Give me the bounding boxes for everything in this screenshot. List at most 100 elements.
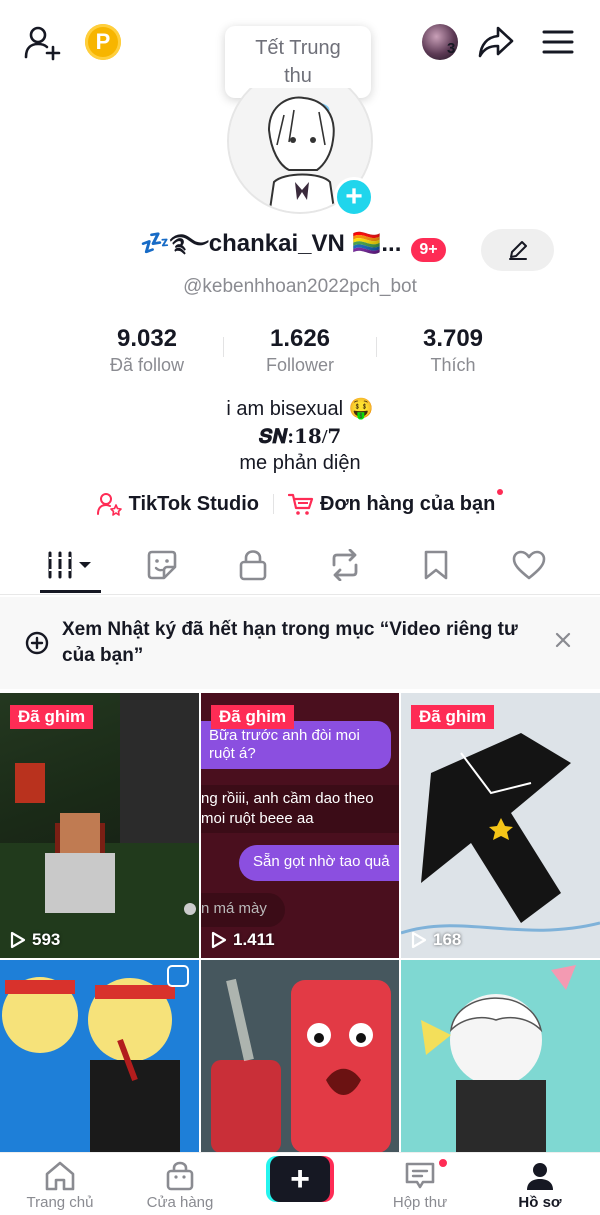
view-count: 1.411 — [211, 930, 275, 950]
video-thumbnail — [0, 960, 199, 1153]
notification-badge[interactable]: 9+ — [411, 238, 446, 262]
story-avatar-button[interactable]: 3 — [416, 22, 464, 62]
edit-profile-button[interactable] — [481, 229, 554, 271]
home-icon — [45, 1161, 75, 1191]
video-tile[interactable] — [0, 960, 199, 1153]
stat-label: Thích — [430, 355, 476, 375]
stat-followers[interactable]: 1.626 Follower — [225, 325, 375, 376]
bio-line: i am bisexual 🤑 — [226, 398, 374, 420]
coin-icon[interactable]: P — [85, 24, 121, 60]
profile-stats: 9.032 Đã follow 1.626 Follower 3.709 Thí… — [0, 325, 600, 385]
video-tile[interactable]: Bữa trước anh đòi moi ruột á? ng rồiii, … — [201, 693, 399, 958]
chat-bubble: n má mày — [201, 893, 285, 927]
pinned-tag: Đã ghim — [10, 705, 94, 729]
nav-shop[interactable]: Cửa hàng — [120, 1153, 240, 1215]
pencil-icon — [508, 241, 527, 260]
heart-icon — [512, 550, 546, 580]
active-tab-indicator — [40, 590, 101, 593]
nav-label: Hộp thư — [392, 1194, 448, 1211]
view-count-value: 168 — [433, 930, 462, 949]
inbox-icon — [405, 1162, 435, 1189]
profile-links: TikTok Studio Đơn hàng của bạn — [0, 488, 600, 520]
chat-bubble: Sẵn gọt nhờ tao quả — [239, 845, 399, 881]
story-count: 3 — [447, 40, 456, 57]
tooltip-text: Tết Trung thu — [255, 37, 341, 87]
video-tile[interactable]: Đã ghim 593 — [0, 693, 199, 958]
video-tile[interactable]: Đã ghim 168 — [401, 693, 600, 958]
bio-line: me phản diện — [239, 452, 361, 474]
stat-likes[interactable]: 3.709 Thích — [378, 325, 528, 376]
tab-liked[interactable] — [492, 540, 566, 590]
studio-label: TikTok Studio — [128, 492, 260, 515]
orders-notification-dot — [497, 489, 504, 495]
video-thumbnail — [401, 960, 600, 1153]
display-name: 💤࿐chankai_VN 🏳️‍🌈... — [140, 229, 402, 257]
cart-icon — [288, 493, 314, 515]
link-divider — [273, 494, 275, 514]
plus-square-icon — [25, 631, 49, 660]
pinned-tag: Đã ghim — [211, 705, 295, 729]
orders-link[interactable]: Đơn hàng của bạn — [288, 489, 504, 516]
pinned-tag: Đã ghim — [411, 705, 495, 729]
profile-tabs — [0, 540, 600, 594]
stat-label: Đã follow — [109, 355, 185, 375]
chat-text: Bữa trước anh đòi moi ruột á? — [209, 727, 360, 762]
display-name-row: 💤࿐chankai_VN 🏳️‍🌈... 9+ — [140, 230, 446, 270]
play-icon — [10, 931, 26, 949]
plus-icon: + — [270, 1156, 330, 1202]
shopping-bag-icon — [166, 1161, 194, 1191]
repost-icon — [332, 549, 358, 581]
video-thumbnail — [401, 693, 600, 958]
tab-stickers[interactable] — [125, 540, 199, 590]
expired-diary-banner[interactable]: Xem Nhật ký đã hết hạn trong mục “Video … — [0, 597, 600, 689]
close-icon[interactable] — [552, 629, 574, 656]
nav-inbox[interactable]: Hộp thư — [360, 1153, 480, 1215]
nav-profile[interactable]: Hồ sơ — [480, 1153, 600, 1215]
nav-label: Hồ sơ — [518, 1194, 562, 1211]
video-thumbnail — [201, 960, 399, 1153]
studio-icon — [96, 493, 122, 516]
stat-divider — [376, 337, 377, 357]
play-icon — [211, 931, 227, 949]
tabs-divider — [0, 594, 600, 595]
lock-icon — [239, 550, 267, 581]
create-button[interactable]: + — [266, 1156, 334, 1202]
chat-bubble: ng rồiii, anh cầm dao theo moi ruột beee… — [201, 785, 399, 833]
video-grid: Đã ghim 593 Bữa trước anh đòi moi ruột á… — [0, 693, 600, 1153]
view-count: 168 — [411, 930, 461, 950]
profile-icon — [527, 1163, 553, 1190]
menu-icon[interactable] — [538, 24, 578, 60]
stat-label: Follower — [265, 355, 335, 375]
video-thumbnail — [0, 693, 199, 958]
tab-favorites[interactable] — [399, 540, 473, 590]
username: @kebenhhoan2022pch_bot — [183, 276, 417, 297]
add-avatar-plus-icon[interactable]: + — [334, 177, 374, 217]
chat-text: Sẵn gọt nhờ tao quả — [253, 853, 390, 870]
tab-private[interactable] — [216, 540, 290, 590]
stat-divider — [223, 337, 224, 357]
share-icon[interactable] — [476, 22, 516, 62]
stat-value: 3.709 — [422, 325, 484, 352]
tab-reposts[interactable] — [308, 540, 382, 590]
stat-following[interactable]: 9.032 Đã follow — [72, 325, 222, 376]
view-count-value: 1.411 — [233, 930, 275, 949]
add-friend-icon[interactable] — [22, 22, 62, 62]
chat-text: ng rồiii, anh cầm dao theo moi ruột beee… — [201, 790, 374, 827]
video-tile[interactable] — [401, 960, 600, 1153]
view-count: 593 — [10, 930, 60, 950]
banner-text: Xem Nhật ký đã hết hạn trong mục “Video … — [62, 619, 518, 666]
nav-home[interactable]: Trang chủ — [0, 1153, 120, 1215]
nav-label: Trang chủ — [26, 1194, 94, 1211]
chat-text: n má mày — [201, 900, 267, 917]
tab-videos[interactable] — [34, 540, 108, 590]
stat-value: 1.626 — [269, 325, 331, 352]
tiktok-studio-link[interactable]: TikTok Studio — [96, 492, 260, 516]
video-tile[interactable] — [201, 960, 399, 1153]
inbox-notification-dot — [437, 1157, 449, 1169]
nav-label: Cửa hàng — [146, 1194, 214, 1211]
sticker-icon — [147, 550, 177, 580]
stat-value: 9.032 — [116, 325, 178, 352]
view-count-value: 593 — [32, 930, 61, 949]
bio-line: 𝑺𝑵:𝟏𝟖/𝟕 — [258, 426, 342, 448]
bookmark-icon — [424, 550, 448, 580]
